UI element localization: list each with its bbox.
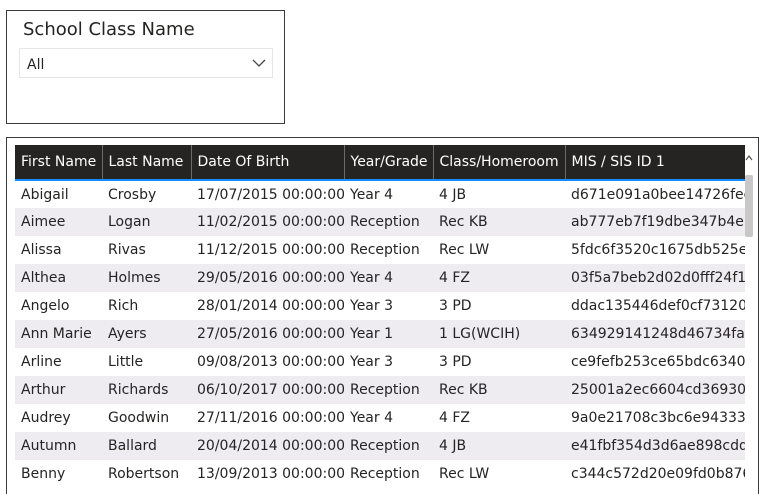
table-cell: Rivas	[102, 236, 191, 264]
table-cell: 11/12/2015 00:00:00	[191, 236, 344, 264]
chevron-down-icon	[252, 59, 266, 67]
table-cell: 29/05/2016 00:00:00	[191, 264, 344, 292]
table-cell: Benny	[15, 460, 102, 488]
table-row[interactable]: Arline Little 09/08/2013 00:00:00 Year 33 P…	[15, 348, 745, 376]
table-row[interactable]: Ann Marie Ayers 27/05/2016 00:00:00 Year 11…	[15, 320, 745, 348]
table-cell: Year 1	[344, 320, 433, 348]
table-cell: 28/01/2014 00:00:00	[191, 292, 344, 320]
table-cell: Arthur	[15, 376, 102, 404]
table-cell: Ballard	[102, 432, 191, 460]
table-cell: 4 FZ	[433, 404, 565, 432]
table-cell: 13/09/2013 00:00:00	[191, 460, 344, 488]
students-table-visual: First Name Last Name Date Of Birth Year/Gra…	[6, 137, 759, 494]
table-cell: 1 LG(WCIH)	[433, 320, 565, 348]
table-cell: ab777eb7f19dbe347b4eb	[565, 208, 745, 236]
table-cell: 634929141248d46734fab	[565, 320, 745, 348]
table-cell: Reception	[344, 208, 433, 236]
table-cell: 06/10/2017 00:00:00	[191, 376, 344, 404]
table-cell: Year 4	[344, 180, 433, 208]
table-row[interactable]: Althea Holmes 29/05/2016 00:00:00 Year 44 F…	[15, 264, 745, 292]
slicer-title: School Class Name	[23, 19, 195, 40]
table-cell: Reception	[344, 376, 433, 404]
table-cell: 5fdc6f3520c1675db525e8	[565, 236, 745, 264]
table-cell: Rec KB	[433, 376, 565, 404]
students-table: First Name Last Name Date Of Birth Year/Gra…	[15, 145, 745, 488]
table-cell: 3 PD	[433, 348, 565, 376]
table-header-row: First Name Last Name Date Of Birth Year/Gra…	[15, 145, 745, 181]
table-cell: ce9fefb253ce65bdc63404	[565, 348, 745, 376]
table-cell: ddac135446def0cf73120c	[565, 292, 745, 320]
table-cell: d671e091a0bee14726feca	[565, 180, 745, 208]
table-cell: Reception	[344, 432, 433, 460]
table-cell: Logan	[102, 208, 191, 236]
table-cell: Rec KB	[433, 208, 565, 236]
table-cell: Holmes	[102, 264, 191, 292]
table-cell: e41fbf354d3d6ae898cdda	[565, 432, 745, 460]
table-row[interactable]: Benny Robertson 13/09/2013 00:00:00 Recepti…	[15, 460, 745, 488]
table-cell: Rec LW	[433, 460, 565, 488]
table-cell: Year 3	[344, 348, 433, 376]
table-row[interactable]: Aimee Logan 11/02/2015 00:00:00 Reception Re…	[15, 208, 745, 236]
table-row[interactable]: Autumn Ballard 20/04/2014 00:00:00 Receptio…	[15, 432, 745, 460]
table-cell: 27/05/2016 00:00:00	[191, 320, 344, 348]
table-cell: 17/07/2015 00:00:00	[191, 180, 344, 208]
table-cell: Reception	[344, 460, 433, 488]
table-cell: Ann Marie	[15, 320, 102, 348]
table-cell: Angelo	[15, 292, 102, 320]
column-header[interactable]: Year/Grade	[344, 145, 434, 181]
table-cell: Richards	[102, 376, 191, 404]
column-header[interactable]: Last Name	[102, 145, 192, 181]
table-cell: 3 PD	[433, 292, 565, 320]
table-row[interactable]: Angelo Rich 28/01/2014 00:00:00 Year 33 PD d…	[15, 292, 745, 320]
table-cell: 11/02/2015 00:00:00	[191, 208, 344, 236]
table-cell: 03f5a7beb2d02d0fff24f1e	[565, 264, 745, 292]
table-cell: 4 FZ	[433, 264, 565, 292]
school-class-dropdown[interactable]: All	[19, 48, 273, 78]
table-cell: Robertson	[102, 460, 191, 488]
table-cell: Althea	[15, 264, 102, 292]
table-cell: c344c572d20e09fd0b876	[565, 460, 745, 488]
table-cell: Autumn	[15, 432, 102, 460]
table-row[interactable]: Alissa Rivas 11/12/2015 00:00:00 Reception R…	[15, 236, 745, 264]
school-class-name-slicer: School Class Name All	[6, 10, 285, 124]
slicer-selected-value: All	[27, 57, 45, 73]
table-row[interactable]: Audrey Goodwin 27/11/2016 00:00:00 Year 44 …	[15, 404, 745, 432]
table-cell: Alissa	[15, 236, 102, 264]
column-header[interactable]: First Name	[15, 145, 103, 181]
table-cell: Rec LW	[433, 236, 565, 264]
table-cell: 4 JB	[433, 180, 565, 208]
table-cell: 9a0e21708c3bc6e943337	[565, 404, 745, 432]
column-header[interactable]: Class/Homeroom	[433, 145, 566, 181]
scrollbar-thumb[interactable]	[745, 175, 753, 237]
table-cell: Ayers	[102, 320, 191, 348]
table-cell: 09/08/2013 00:00:00	[191, 348, 344, 376]
table-cell: Year 3	[344, 292, 433, 320]
table-cell: Little	[102, 348, 191, 376]
table-cell: Crosby	[102, 180, 191, 208]
table-cell: 27/11/2016 00:00:00	[191, 404, 344, 432]
table-cell: Audrey	[15, 404, 102, 432]
table-row[interactable]: Arthur Richards 06/10/2017 00:00:00 Recepti…	[15, 376, 745, 404]
table-cell: Aimee	[15, 208, 102, 236]
table-cell: Year 4	[344, 264, 433, 292]
table-scroll-area[interactable]: First Name Last Name Date Of Birth Year/Gra…	[15, 145, 745, 494]
table-cell: Rich	[102, 292, 191, 320]
table-cell: 25001a2ec6604cd369309	[565, 376, 745, 404]
chevron-up-icon[interactable]	[744, 153, 754, 163]
column-header[interactable]: Date Of Birth	[191, 145, 345, 181]
table-cell: Goodwin	[102, 404, 191, 432]
table-body: Abigail Crosby 17/07/2015 00:00:00 Year 44 …	[15, 180, 745, 488]
table-cell: Year 4	[344, 404, 433, 432]
table-cell: Reception	[344, 236, 433, 264]
table-cell: 4 JB	[433, 432, 565, 460]
table-cell: Abigail	[15, 180, 102, 208]
table-row[interactable]: Abigail Crosby 17/07/2015 00:00:00 Year 44 …	[15, 180, 745, 208]
vertical-scrollbar[interactable]	[744, 145, 754, 494]
table-cell: 20/04/2014 00:00:00	[191, 432, 344, 460]
column-header[interactable]: MIS / SIS ID 1	[565, 145, 745, 181]
table-cell: Arline	[15, 348, 102, 376]
